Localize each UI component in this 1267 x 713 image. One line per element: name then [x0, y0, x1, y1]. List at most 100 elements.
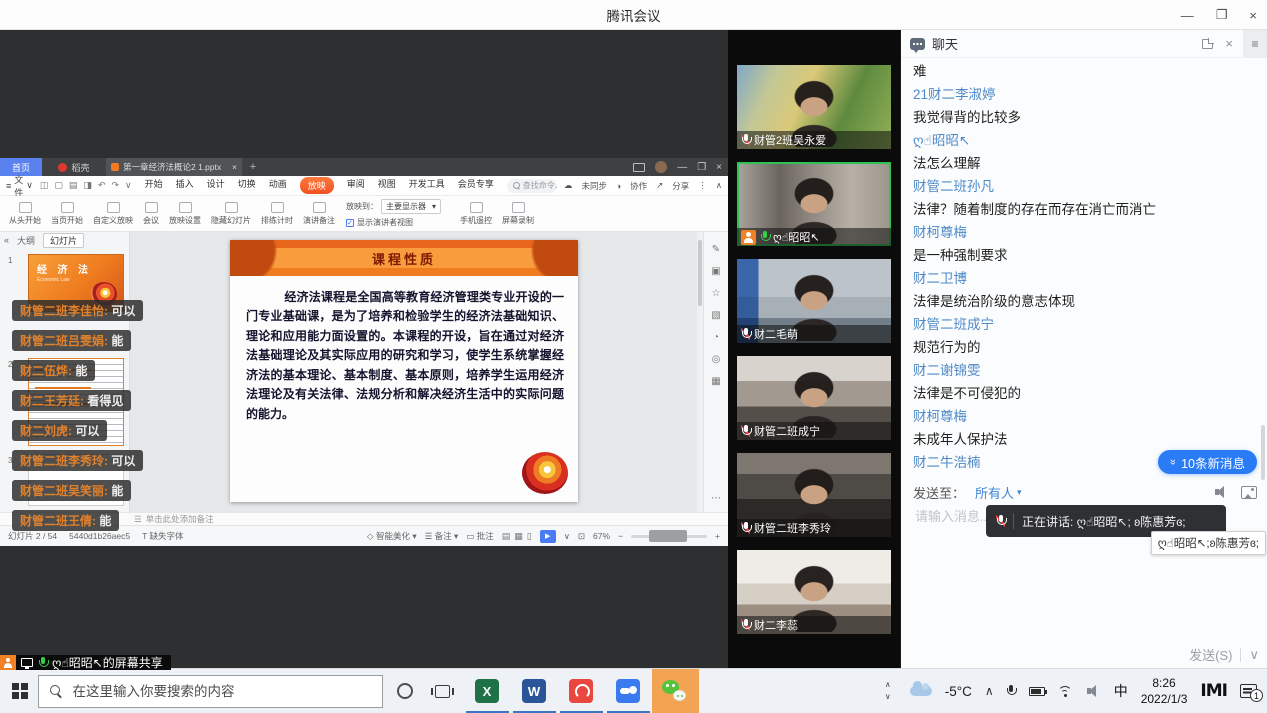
maximize-icon[interactable]: ❐ — [1216, 7, 1228, 23]
wps-search-box[interactable]: 查找命令、搜索模板 — [507, 179, 557, 193]
image-attach-icon[interactable] — [1241, 486, 1257, 499]
participant-tile[interactable]: 财管二班成宁 — [737, 356, 891, 440]
fit-window-icon[interactable]: ⊡ — [578, 531, 585, 542]
taskbar-app-wechat[interactable] — [652, 669, 699, 713]
zoom-in-icon[interactable]: + — [715, 531, 720, 541]
speaker-icon[interactable] — [1215, 486, 1229, 498]
print-preview-icon[interactable]: ◨ — [83, 180, 92, 191]
ribbon-button[interactable]: 演讲备注 — [298, 200, 340, 228]
file-menu-button[interactable]: ≡ 文件 ∨ — [6, 173, 33, 199]
minimize-icon[interactable]: — — [1181, 8, 1194, 23]
participant-tile[interactable]: ღ☝昭昭↖ — [737, 162, 891, 246]
share-icon[interactable]: ↗ — [656, 180, 663, 191]
ribbon-tab[interactable]: 设计 — [207, 177, 225, 194]
reading-layout-icon[interactable] — [633, 163, 645, 172]
layers-icon[interactable]: ▧ — [711, 310, 720, 321]
start-button[interactable] — [12, 683, 28, 699]
ime-indicator[interactable]: 中 — [1114, 681, 1128, 701]
taskbar-scroll-arrows[interactable]: ∧ ∨ — [885, 681, 891, 701]
sync-status-label[interactable]: 未同步 — [581, 180, 607, 192]
send-button[interactable]: 发送(S) ∨ — [1189, 645, 1259, 664]
more-menu-icon[interactable]: ⋮ — [698, 180, 707, 191]
edit-icon[interactable]: ✎ — [712, 244, 720, 255]
ribbon-tab[interactable]: 开发工具 — [409, 177, 445, 194]
collapse-panel-icon[interactable]: « — [4, 235, 9, 245]
action-center-icon[interactable]: 1 — [1240, 684, 1257, 698]
tab-slides[interactable]: 幻灯片 — [43, 233, 84, 248]
taskbar-search-input[interactable] — [71, 683, 351, 700]
tab-outline[interactable]: 大纲 — [17, 234, 35, 247]
chat-menu-icon[interactable]: ≡ — [1243, 30, 1267, 58]
participant-tile[interactable]: 财二毛萌 — [737, 259, 891, 343]
taskbar-app-appgallery[interactable] — [558, 669, 605, 713]
ribbon-button[interactable]: 排练计时 — [256, 200, 298, 228]
tray-expand-icon[interactable]: ∧ — [985, 684, 994, 698]
properties-icon[interactable]: ▣ — [711, 266, 720, 277]
ribbon-tab[interactable]: 开始 — [145, 177, 163, 194]
new-doc-icon[interactable]: ▢ — [54, 180, 63, 191]
ribbon-tab[interactable]: 放映 — [300, 177, 334, 194]
display-selector[interactable]: 主要显示器 ▾ — [381, 199, 441, 214]
normal-view-icon[interactable]: ▤ — [502, 531, 511, 542]
history-icon[interactable]: ◔ — [713, 332, 719, 343]
popout-icon[interactable] — [1202, 39, 1213, 49]
ribbon-tab[interactable]: 会员专享 — [458, 177, 494, 194]
current-slide[interactable]: 课程性质 经济法课程是全国高等教育经济管理类专业开设的一门专业基础课，是为了培养… — [230, 240, 578, 502]
taskbar-clock[interactable]: 8:26 2022/1/3 — [1141, 675, 1188, 707]
ribbon-tab[interactable]: 视图 — [378, 177, 396, 194]
send-to-selector[interactable]: 所有人 ▾ — [975, 483, 1022, 502]
wps-tab-docer[interactable]: 稻壳 — [42, 158, 106, 176]
temperature-label[interactable]: -5°C — [945, 684, 972, 699]
zoom-slider[interactable] — [631, 535, 707, 538]
ribbon-button[interactable]: 放映设置 — [164, 200, 206, 228]
wifi-icon[interactable] — [1058, 685, 1074, 697]
ribbon-button[interactable]: 手机遥控 — [455, 200, 497, 228]
close-icon[interactable]: × — [1249, 8, 1257, 23]
taskbar-app-excel[interactable]: X — [464, 669, 511, 713]
taskbar-app-word[interactable]: W — [511, 669, 558, 713]
selection-icon[interactable]: ◎ — [712, 354, 721, 365]
wps-close-icon[interactable]: × — [716, 162, 722, 173]
volume-icon[interactable] — [1087, 685, 1101, 697]
send-options-icon[interactable]: ∨ — [1249, 647, 1259, 663]
reading-view-icon[interactable]: ▯ — [527, 531, 532, 542]
cortana-icon[interactable] — [397, 683, 413, 699]
comment-button[interactable]: 批注 — [477, 531, 494, 541]
zoom-slider-thumb[interactable] — [649, 530, 687, 542]
ribbon-tab[interactable]: 插入 — [176, 177, 194, 194]
play-options-icon[interactable]: ∨ — [564, 531, 570, 542]
undo-icon[interactable]: ↶ — [98, 180, 106, 191]
zoom-out-icon[interactable]: − — [618, 531, 623, 541]
battery-icon[interactable] — [1029, 687, 1045, 696]
favorites-icon[interactable]: ☆ — [712, 288, 721, 299]
ime-logo[interactable]: IMI — [1200, 681, 1227, 701]
ribbon-button[interactable]: 隐藏幻灯片 — [206, 200, 256, 228]
ribbon-button[interactable]: 会议 — [138, 200, 164, 228]
tab-close-icon[interactable]: × — [232, 162, 237, 172]
beautify-label[interactable]: 智能美化 — [376, 531, 410, 541]
weather-icon[interactable] — [910, 686, 932, 696]
missing-font-label[interactable]: 缺失字体 — [150, 531, 184, 541]
ribbon-tab[interactable]: 切换 — [238, 177, 256, 194]
collab-icon[interactable]: ◑ — [616, 181, 621, 191]
new-messages-button[interactable]: « 10条新消息 — [1158, 450, 1257, 474]
participant-tile[interactable]: 财管二班李秀玲 — [737, 453, 891, 537]
customize-toolbar-icon[interactable]: ∨ — [125, 180, 132, 191]
cloud-sync-icon[interactable]: ☁ — [564, 180, 573, 191]
participant-tile[interactable]: 财二李蕊 — [737, 550, 891, 634]
save-icon[interactable]: ◫ — [40, 180, 49, 191]
ribbon-button[interactable]: 从头开始 — [4, 200, 46, 228]
redo-icon[interactable]: ↷ — [111, 180, 119, 191]
wps-user-avatar[interactable] — [655, 161, 667, 173]
wps-minimize-icon[interactable]: — — [677, 162, 687, 173]
wps-restore-icon[interactable]: ❐ — [697, 162, 706, 173]
chat-scrollbar-thumb[interactable] — [1261, 425, 1265, 480]
new-tab-button[interactable]: + — [242, 158, 264, 176]
taskbar-search[interactable] — [38, 675, 383, 708]
ribbon-button[interactable]: 屏幕录制 — [497, 200, 539, 228]
presenter-view-checkbox[interactable]: ✓ — [346, 219, 354, 227]
notes-button[interactable]: 备注 — [435, 531, 452, 541]
collab-label[interactable]: 协作 — [630, 180, 647, 192]
scroll-up-icon[interactable]: ∧ — [885, 681, 891, 689]
ribbon-tab[interactable]: 审阅 — [347, 177, 365, 194]
